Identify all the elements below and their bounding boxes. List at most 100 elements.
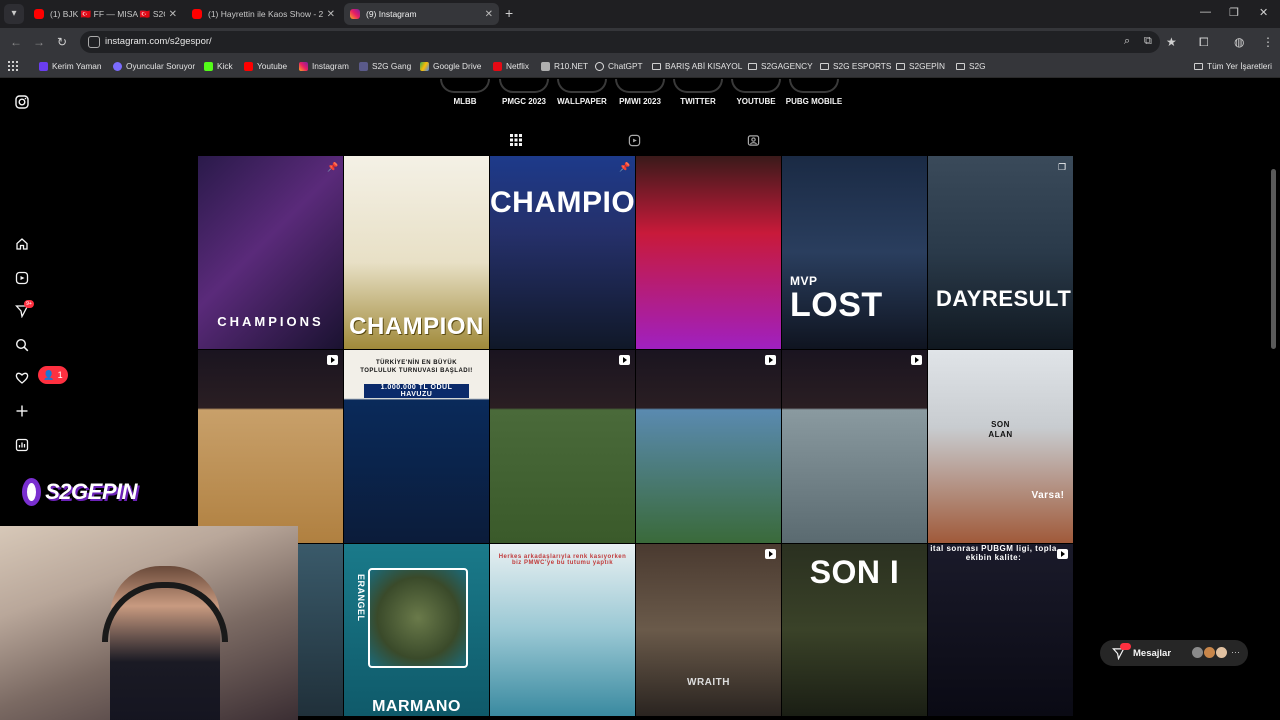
bookmark-s2g[interactable]: S2G bbox=[956, 61, 986, 71]
bookmark-all[interactable]: Tüm Yer İşaretleri bbox=[1194, 61, 1272, 71]
bookmark-chatgpt[interactable]: ChatGPT bbox=[595, 61, 643, 71]
install-icon[interactable]: ⧉ bbox=[1144, 35, 1152, 48]
browser-tab-2[interactable]: (1) Hayrettin ile Kaos Show - 2. ✕ bbox=[186, 3, 341, 25]
post-pmwc[interactable]: Herkes arkadaşlarıyla renk kasıyorken bi… bbox=[490, 544, 635, 716]
address-bar[interactable]: instagram.com/s2gespor/ ⌕ ⧉ bbox=[80, 31, 1160, 53]
heart-icon[interactable] bbox=[13, 369, 31, 387]
post-tournament[interactable]: TÜRKİYE'NİN EN BÜYÜK TOPLULUK TURNUVASI … bbox=[344, 350, 489, 543]
bookmark-netflix[interactable]: Netflix bbox=[493, 61, 529, 71]
r10-icon bbox=[541, 61, 550, 71]
netflix-icon bbox=[493, 61, 502, 71]
url-text: instagram.com/s2gespor/ bbox=[105, 36, 212, 47]
bookmark-oyuncular[interactable]: Oyuncular Soruyor bbox=[113, 61, 195, 71]
zoom-icon[interactable]: ⌕ bbox=[1124, 35, 1130, 48]
menu-icon[interactable]: ⋮ bbox=[1262, 35, 1274, 49]
highlight-ring bbox=[615, 79, 665, 93]
bookmark-s2gagency[interactable]: S2GAGENCY bbox=[748, 61, 813, 71]
youtube-icon bbox=[192, 9, 202, 19]
post-reel-1[interactable] bbox=[198, 350, 343, 543]
highlight-youtube[interactable]: YOUTUBE bbox=[724, 79, 788, 106]
post-erangel[interactable]: ERANGEL MARMANO bbox=[344, 544, 489, 716]
highlight-pmgc-2023[interactable]: PMGC 2023 bbox=[492, 79, 556, 106]
post-son-alan[interactable]: SON ALAN Varsa! bbox=[928, 350, 1073, 543]
bookmark-baris[interactable]: BARIŞ ABİ KISAYOL bbox=[652, 61, 742, 71]
bookmark-star-icon[interactable]: ★ bbox=[1166, 35, 1177, 49]
carousel-icon: ❐ bbox=[1057, 162, 1067, 172]
post-champion-stage[interactable]: 📌 CHAMPION bbox=[490, 156, 635, 349]
create-icon[interactable] bbox=[13, 402, 31, 420]
folder-icon bbox=[1194, 62, 1203, 70]
folder-icon bbox=[956, 62, 965, 70]
tab-label: (1) BJK 🇹🇷 FF — MISA 🇹🇷 S2G bbox=[50, 8, 165, 19]
browser-tab-1[interactable]: (1) BJK 🇹🇷 FF — MISA 🇹🇷 S2G ✕ bbox=[28, 3, 183, 25]
post-reel-2[interactable] bbox=[490, 350, 635, 543]
bookmark-s2gepin[interactable]: S2GEPİN bbox=[896, 61, 945, 71]
folder-icon bbox=[896, 62, 905, 70]
home-icon[interactable] bbox=[13, 235, 31, 253]
close-icon[interactable]: ✕ bbox=[485, 9, 493, 20]
bookmark-s2g-gang[interactable]: S2G Gang bbox=[359, 61, 411, 71]
post-reel-4[interactable] bbox=[782, 350, 927, 543]
close-icon[interactable]: ✕ bbox=[327, 9, 335, 20]
profile-icon[interactable]: ◍ bbox=[1234, 35, 1244, 49]
highlight-ring bbox=[440, 79, 490, 93]
back-icon[interactable]: ← bbox=[10, 35, 22, 49]
tab-reels-icon[interactable] bbox=[626, 134, 642, 150]
youtube-icon bbox=[34, 9, 44, 19]
post-son[interactable]: SON I bbox=[782, 544, 927, 716]
s2gepin-logo: S2GEPIN bbox=[22, 472, 137, 512]
folder-icon bbox=[748, 62, 757, 70]
close-icon[interactable]: ✕ bbox=[169, 9, 177, 20]
scrollbar[interactable] bbox=[1271, 169, 1276, 349]
bookmark-r10[interactable]: R10.NET bbox=[541, 61, 588, 71]
post-pubgm-ligi[interactable]: ital sonrası PUBGM ligi, topla ekibin ka… bbox=[928, 544, 1073, 716]
reels-icon[interactable] bbox=[13, 269, 31, 287]
browser-tab-3[interactable]: (9) Instagram ✕ bbox=[344, 3, 499, 25]
instagram-logo-icon[interactable] bbox=[13, 93, 31, 111]
minimize-icon[interactable]: — bbox=[1200, 6, 1211, 18]
messages-button[interactable]: Mesajlar ··· bbox=[1100, 640, 1248, 666]
new-tab-button[interactable]: + bbox=[505, 6, 513, 20]
highlight-wallpaper[interactable]: WALLPAPER bbox=[550, 79, 614, 106]
post-video-gameplay[interactable] bbox=[636, 156, 781, 349]
pinned-icon: 📌 bbox=[327, 162, 339, 172]
highlight-ring bbox=[731, 79, 781, 93]
bookmark-google-drive[interactable]: Google Drive bbox=[420, 61, 481, 71]
highlight-twitter[interactable]: TWITTER bbox=[666, 79, 730, 106]
restore-icon[interactable]: ❐ bbox=[1229, 6, 1239, 19]
highlight-mlbb[interactable]: MLBB bbox=[433, 79, 497, 106]
posts-grid: 📌 CHAMPIONS CHAMPION 📌 CHAMPION MVP LOST… bbox=[198, 156, 1073, 716]
post-day-result[interactable]: ❐ DAYRESULT bbox=[928, 156, 1073, 349]
highlight-pmwi-2023[interactable]: PMWI 2023 bbox=[608, 79, 672, 106]
bookmark-s2g-esports[interactable]: S2G ESPORTS bbox=[820, 61, 891, 71]
highlight-ring bbox=[557, 79, 607, 93]
post-reel-3[interactable] bbox=[636, 350, 781, 543]
post-champion-team[interactable]: CHAMPION bbox=[344, 156, 489, 349]
post-mvp-lost[interactable]: MVP LOST bbox=[782, 156, 927, 349]
highlight-ring bbox=[499, 79, 549, 93]
dashboard-icon[interactable] bbox=[13, 436, 31, 454]
search-icon[interactable] bbox=[13, 336, 31, 354]
tab-tagged-icon[interactable] bbox=[745, 134, 761, 150]
bookmark-instagram[interactable]: Instagram bbox=[299, 61, 349, 71]
extensions-icon[interactable]: ⧠ bbox=[1199, 35, 1209, 50]
post-wraith[interactable]: WRAITH bbox=[636, 544, 781, 716]
post-champions[interactable]: 📌 CHAMPIONS bbox=[198, 156, 343, 349]
bookmark-youtube[interactable]: Youtube bbox=[244, 61, 287, 71]
bookmark-kick[interactable]: Kick bbox=[204, 61, 233, 71]
reload-icon[interactable]: ↻ bbox=[57, 35, 67, 49]
messages-badge bbox=[1120, 643, 1131, 650]
instagram-icon bbox=[350, 9, 360, 19]
story-highlights: MLBB PMGC 2023 WALLPAPER PMWI 2023 TWITT… bbox=[440, 79, 860, 119]
bookmark-kerim[interactable]: Kerim Yaman bbox=[39, 61, 102, 71]
bookmarks-bar: Kerim Yaman Oyuncular Soruyor Kick Youtu… bbox=[0, 56, 1280, 78]
tab-search-button[interactable]: ▾ bbox=[4, 4, 24, 24]
site-info-icon[interactable] bbox=[88, 36, 100, 48]
kerim-icon bbox=[39, 61, 48, 71]
close-window-icon[interactable]: ✕ bbox=[1259, 6, 1268, 19]
forward-icon[interactable]: → bbox=[33, 35, 45, 49]
reel-icon bbox=[619, 355, 630, 365]
apps-icon[interactable] bbox=[8, 61, 18, 71]
highlight-pubg-mobile[interactable]: PUBG MOBILE bbox=[782, 79, 846, 106]
tab-posts-grid-icon[interactable] bbox=[508, 134, 524, 150]
